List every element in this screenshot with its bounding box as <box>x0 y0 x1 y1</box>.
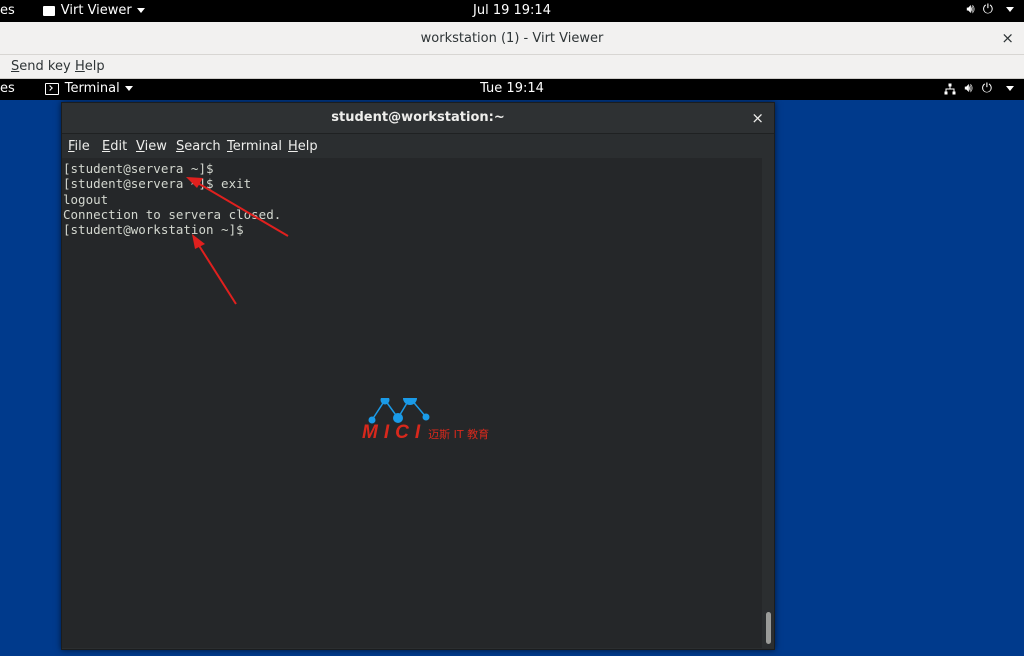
network-icon <box>944 83 955 94</box>
chevron-down-icon <box>124 86 133 91</box>
terminal-icon <box>44 82 59 95</box>
terminal-window: student@workstation:~ × File Edit View S… <box>61 102 775 650</box>
virt-viewer-icon <box>42 5 55 16</box>
viewer-title: workstation (1) - Virt Viewer <box>420 31 604 46</box>
terminal-output[interactable]: [student@servera ~]$ [student@servera ~]… <box>62 158 762 648</box>
host-top-bar: es Virt Viewer Jul 19 19:14 🔊︎ ⏻ <box>0 0 1024 22</box>
terminal-scrollbar[interactable] <box>762 158 774 648</box>
chevron-down-icon <box>136 8 145 13</box>
guest-clock[interactable]: Tue 19:14 <box>480 81 544 96</box>
terminal-line: Connection to servera closed. <box>63 207 282 222</box>
volume-icon: 🔊︎ <box>964 81 973 96</box>
guest-app-menu-label: Terminal <box>64 81 120 96</box>
menu-help[interactable]: Help <box>75 59 105 74</box>
chevron-down-icon <box>1006 86 1014 91</box>
power-icon: ⏻ <box>982 2 993 17</box>
scrollbar-thumb[interactable] <box>766 612 771 644</box>
terminal-menu-bar: File Edit View Search Terminal Help <box>62 134 774 158</box>
guest-app-menu[interactable]: Terminal <box>15 81 133 96</box>
watermark-brand: MICI <box>362 422 427 443</box>
viewer-title-bar: workstation (1) - Virt Viewer × <box>0 22 1024 55</box>
guest-system-menu[interactable]: 🔊︎ ⏻ <box>944 81 1014 96</box>
app-menu-label: Virt Viewer <box>60 3 132 18</box>
menu-help[interactable]: Help <box>288 139 318 154</box>
terminal-line: logout <box>63 192 109 207</box>
menu-search[interactable]: Search <box>176 139 221 154</box>
terminal-line: [student@servera ~]$ exit <box>63 176 252 191</box>
menu-view[interactable]: View <box>136 139 167 154</box>
menu-edit[interactable]: Edit <box>102 139 127 154</box>
watermark-logo: MICI 迈斯 IT 教育 <box>362 391 522 468</box>
app-menu[interactable]: Virt Viewer <box>15 3 145 18</box>
chevron-down-icon <box>1006 7 1014 12</box>
system-menu[interactable]: 🔊︎ ⏻ <box>966 2 1014 17</box>
host-clock[interactable]: Jul 19 19:14 <box>473 3 551 18</box>
power-icon: ⏻ <box>981 81 992 96</box>
activities-button[interactable]: es <box>0 3 15 18</box>
menu-terminal[interactable]: Terminal <box>227 139 282 154</box>
terminal-close-button[interactable]: × <box>751 109 764 127</box>
terminal-line: [student@workstation ~]$ <box>63 222 244 237</box>
guest-activities-button[interactable]: es <box>0 81 15 96</box>
volume-icon: 🔊︎ <box>966 2 975 17</box>
viewer-close-button[interactable]: × <box>1001 29 1014 47</box>
terminal-line: [student@servera ~]$ <box>63 161 214 176</box>
viewer-menu-bar: Send key Help <box>0 55 1024 79</box>
terminal-title: student@workstation:~ <box>331 110 505 125</box>
menu-file[interactable]: File <box>68 139 90 154</box>
guest-top-bar: es Terminal Tue 19:14 🔊︎ ⏻ <box>0 79 1024 100</box>
terminal-title-bar: student@workstation:~ × <box>62 103 774 134</box>
menu-send-key[interactable]: Send key <box>11 59 71 74</box>
watermark-tagline: 迈斯 IT 教育 <box>428 428 490 441</box>
